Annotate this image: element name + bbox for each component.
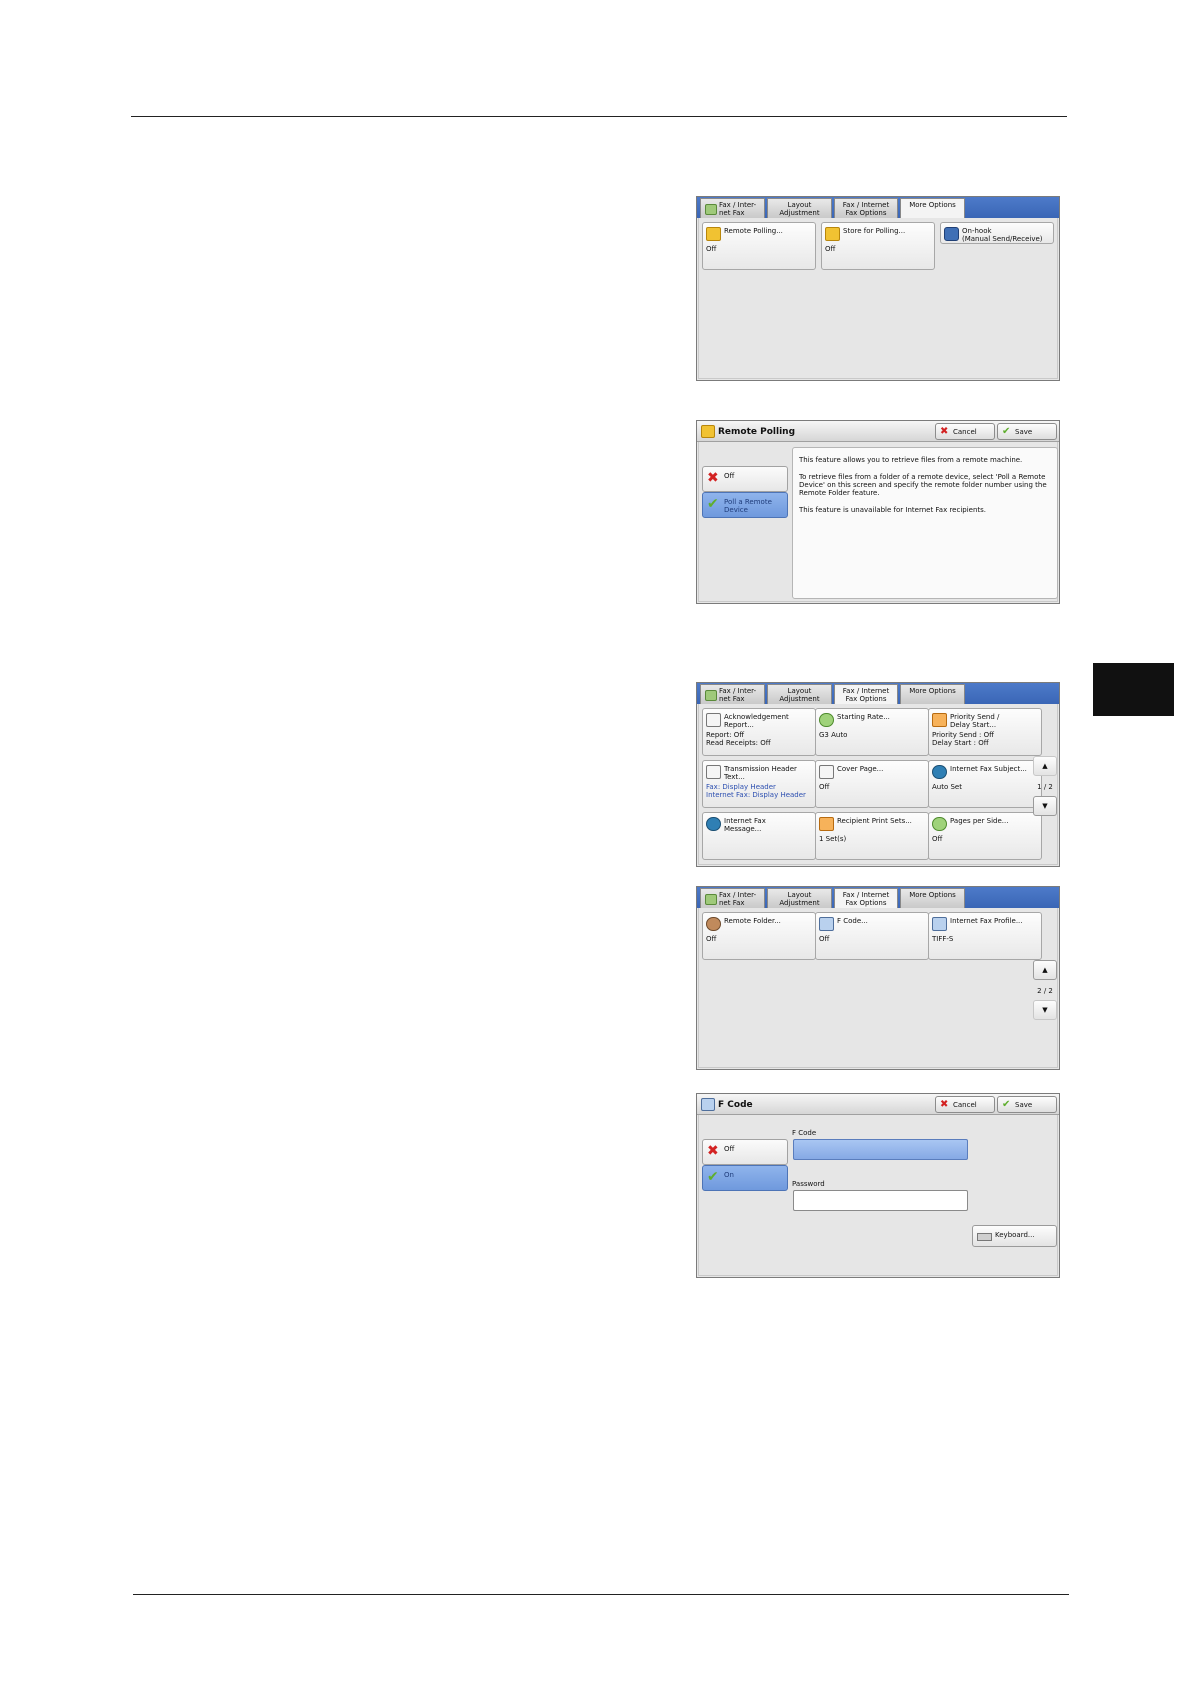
- tab-more-options[interactable]: More Options: [900, 888, 965, 908]
- tab-fax-internet-fax[interactable]: Fax / Inter- net Fax: [700, 888, 765, 908]
- checkmark-icon: ✔: [1002, 1099, 1011, 1110]
- tab-more-options[interactable]: More Options: [900, 198, 965, 218]
- starting-rate-icon: [819, 713, 834, 727]
- x-icon: ✖: [707, 470, 719, 486]
- cover-page-icon: [819, 765, 834, 779]
- f-code-icon: [819, 917, 834, 931]
- tab-layout-adjustment[interactable]: Layout Adjustment: [767, 684, 832, 704]
- x-icon: ✖: [707, 1143, 719, 1159]
- cancel-button[interactable]: ✖ Cancel: [935, 423, 995, 440]
- tab-fax-options[interactable]: Fax / Internet Fax Options: [834, 198, 898, 218]
- transmission-header-text-button[interactable]: Transmission Header Text... Fax: Display…: [702, 760, 816, 808]
- f-code-label: F Code: [792, 1129, 817, 1137]
- fax-icon: [705, 690, 717, 701]
- report-icon: [706, 713, 721, 727]
- screen-more-options: Fax / Inter- net Fax Layout Adjustment F…: [696, 196, 1060, 381]
- phone-icon: [944, 227, 959, 241]
- screen-fax-options-page-2: Fax / Inter- net Fax Layout Adjustment F…: [696, 886, 1060, 1070]
- cancel-icon: ✖: [940, 1099, 949, 1110]
- keyboard-icon: [977, 1233, 992, 1241]
- option-off[interactable]: ✖ Off: [702, 1139, 788, 1165]
- priority-send-icon: [932, 713, 947, 727]
- tab-fax-internet-fax[interactable]: Fax / Inter- net Fax: [700, 684, 765, 704]
- option-on[interactable]: ✔ On: [702, 1165, 788, 1191]
- page-indicator: 1 / 2: [1037, 783, 1053, 791]
- screen-f-code: F Code ✖ Cancel ✔ Save ✖ Off ✔ On F Code P…: [696, 1093, 1060, 1278]
- acknowledgement-report-button[interactable]: Acknowledgement Report... Report: Off Re…: [702, 708, 816, 756]
- remote-folder-icon: [706, 917, 721, 931]
- print-sets-icon: [819, 817, 834, 831]
- internet-fax-profile-button[interactable]: Internet Fax Profile... TIFF-S: [928, 912, 1042, 960]
- cancel-icon: ✖: [940, 426, 949, 437]
- fax-icon: [705, 894, 717, 905]
- tab-layout-adjustment[interactable]: Layout Adjustment: [767, 198, 832, 218]
- remote-polling-button[interactable]: Remote Polling... Off: [702, 222, 816, 270]
- arrow-up-icon: ▲: [1042, 762, 1048, 770]
- arrow-up-icon: ▲: [1042, 966, 1048, 974]
- title-bar: F Code ✖ Cancel ✔ Save: [697, 1094, 1059, 1115]
- folder-upload-icon: [825, 227, 840, 241]
- header-rule: [131, 116, 1067, 117]
- page-up-button[interactable]: ▲: [1033, 960, 1057, 980]
- tab-fax-internet-fax[interactable]: Fax / Inter- net Fax: [700, 198, 765, 218]
- fax-profile-icon: [932, 917, 947, 931]
- f-code-icon: [701, 1098, 715, 1111]
- description-box: This feature allows you to retrieve file…: [792, 447, 1058, 599]
- screen-title: Remote Polling: [718, 427, 796, 437]
- save-button[interactable]: ✔ Save: [997, 1096, 1057, 1113]
- globe-icon: [932, 765, 947, 779]
- header-icon: [706, 765, 721, 779]
- tab-bar: Fax / Inter- net Fax Layout Adjustment F…: [697, 887, 1059, 908]
- globe-icon: [706, 817, 721, 831]
- option-off[interactable]: ✖ Off: [702, 466, 788, 492]
- tab-more-options[interactable]: More Options: [900, 684, 965, 704]
- checkmark-icon: ✔: [1002, 426, 1011, 437]
- tab-bar: Fax / Inter- net Fax Layout Adjustment F…: [697, 683, 1059, 704]
- internet-fax-message-button[interactable]: Internet Fax Message...: [702, 812, 816, 860]
- recipient-print-sets-button[interactable]: Recipient Print Sets... 1 Set(s): [815, 812, 929, 860]
- tab-layout-adjustment[interactable]: Layout Adjustment: [767, 888, 832, 908]
- internet-fax-subject-button[interactable]: Internet Fax Subject... Auto Set: [928, 760, 1042, 808]
- password-input[interactable]: [793, 1190, 968, 1211]
- title-bar: Remote Polling ✖ Cancel ✔ Save: [697, 421, 1059, 442]
- screen-title: F Code: [718, 1100, 753, 1110]
- arrow-down-icon: ▼: [1042, 802, 1048, 810]
- keyboard-button[interactable]: Keyboard...: [972, 1225, 1057, 1247]
- footer-rule: [133, 1594, 1069, 1595]
- arrow-down-icon: ▼: [1042, 1006, 1048, 1014]
- folder-icon: [701, 425, 715, 438]
- tab-fax-options[interactable]: Fax / Internet Fax Options: [834, 888, 898, 908]
- fax-icon: [705, 204, 717, 215]
- checkmark-icon: ✔: [707, 1169, 719, 1185]
- chapter-tab: [1093, 663, 1174, 716]
- f-code-button[interactable]: F Code... Off: [815, 912, 929, 960]
- tab-bar: Fax / Inter- net Fax Layout Adjustment F…: [697, 197, 1059, 218]
- pages-per-side-button[interactable]: Pages per Side... Off: [928, 812, 1042, 860]
- save-button[interactable]: ✔ Save: [997, 423, 1057, 440]
- page-indicator: 2 / 2: [1037, 987, 1053, 995]
- folder-icon: [706, 227, 721, 241]
- cancel-button[interactable]: ✖ Cancel: [935, 1096, 995, 1113]
- page-down-button[interactable]: ▼: [1033, 796, 1057, 816]
- cover-page-button[interactable]: Cover Page... Off: [815, 760, 929, 808]
- on-hook-button[interactable]: On-hook (Manual Send/Receive): [940, 222, 1054, 244]
- pages-per-side-icon: [932, 817, 947, 831]
- priority-send-delay-start-button[interactable]: Priority Send / Delay Start... Priority …: [928, 708, 1042, 756]
- checkmark-icon: ✔: [707, 496, 719, 512]
- store-for-polling-button[interactable]: Store for Polling... Off: [821, 222, 935, 270]
- f-code-input[interactable]: [793, 1139, 968, 1160]
- tab-fax-options[interactable]: Fax / Internet Fax Options: [834, 684, 898, 704]
- starting-rate-button[interactable]: Starting Rate... G3 Auto: [815, 708, 929, 756]
- remote-folder-button[interactable]: Remote Folder... Off: [702, 912, 816, 960]
- page-up-button[interactable]: ▲: [1033, 756, 1057, 776]
- option-poll-remote-device[interactable]: ✔ Poll a Remote Device: [702, 492, 788, 518]
- screen-fax-options-page-1: Fax / Inter- net Fax Layout Adjustment F…: [696, 682, 1060, 867]
- password-label: Password: [792, 1180, 825, 1188]
- screen-remote-polling: Remote Polling ✖ Cancel ✔ Save ✖ Off ✔ Pol…: [696, 420, 1060, 604]
- page-down-button[interactable]: ▼: [1033, 1000, 1057, 1020]
